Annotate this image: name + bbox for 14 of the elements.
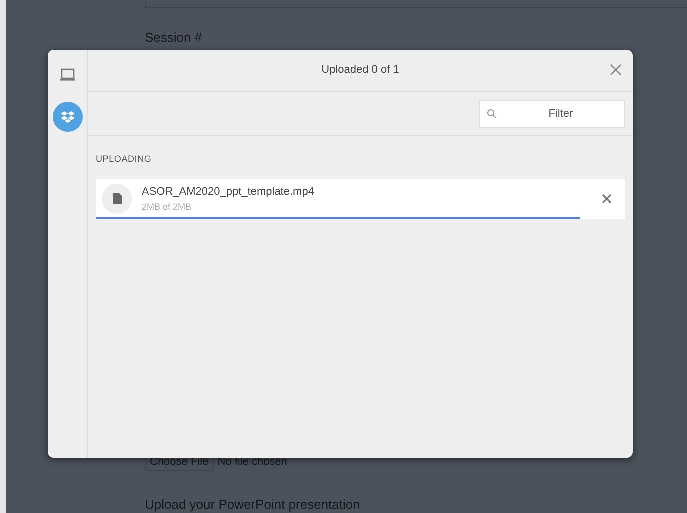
close-icon[interactable] [609, 63, 623, 77]
laptop-icon [60, 68, 76, 82]
section-label: Session # [145, 29, 204, 47]
file-size: 2MB of 2MB [142, 200, 193, 212]
file-name: ASOR_AM2020_ppt_template.mp4 [142, 184, 316, 198]
search-icon [487, 108, 497, 118]
remove-icon[interactable] [601, 192, 613, 204]
dialog-title: Uploaded 0 of 1 [320, 63, 400, 78]
upload-label: Upload your PowerPoint presentation [145, 497, 362, 513]
box-icon [60, 111, 74, 123]
filter-field[interactable]: Filter [479, 100, 625, 128]
section-heading: UPLOADING [96, 153, 153, 166]
source-tab[interactable] [52, 102, 82, 132]
document-icon [102, 184, 132, 214]
